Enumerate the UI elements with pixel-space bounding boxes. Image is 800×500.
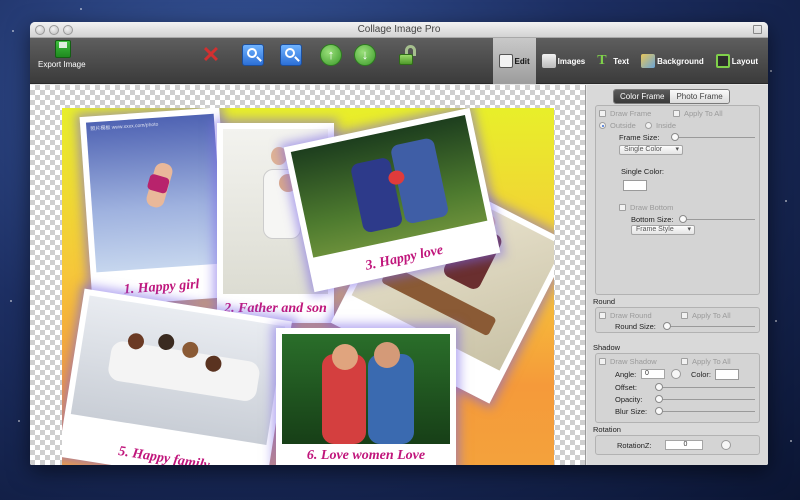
tab-images[interactable]: Images (536, 38, 592, 84)
draw-round-checkbox[interactable] (599, 312, 606, 319)
draw-shadow-checkbox[interactable] (599, 358, 606, 365)
draw-frame-label: Draw Frame (610, 109, 652, 118)
bring-forward-icon[interactable]: ↑ (320, 44, 342, 66)
export-image-label: Export Image (38, 60, 86, 69)
send-backward-icon[interactable]: ↓ (354, 44, 376, 66)
outside-label: Outside (610, 121, 636, 130)
round-section-title: Round (593, 297, 616, 306)
shadow-apply-all-label: Apply To All (692, 357, 731, 366)
draw-shadow-label: Draw Shadow (610, 357, 657, 366)
unlock-icon[interactable] (396, 44, 418, 66)
edit-icon (498, 54, 513, 68)
angle-label: Angle: (615, 370, 637, 379)
save-icon (55, 40, 71, 58)
round-apply-all-checkbox[interactable] (681, 312, 688, 319)
tab-background-label: Background (657, 56, 704, 66)
draw-bottom-label: Draw Bottom (630, 203, 674, 212)
rotation-section-title: Rotation (593, 425, 621, 434)
photo-image-6 (282, 334, 450, 444)
photo-frame-6[interactable]: 6. Love women Love (276, 328, 456, 465)
photo-image-5 (70, 295, 286, 445)
inside-label: Inside (656, 121, 677, 130)
rotationz-input[interactable]: 0 (665, 440, 703, 450)
background-icon (641, 54, 656, 68)
round-size-label: Round Size: (615, 322, 656, 331)
images-icon (541, 54, 556, 68)
photo-image-1: 照片模板 www.xxxx.com/photo (85, 113, 225, 273)
rotationz-label: RotationZ: (617, 441, 652, 450)
photo-frame-5[interactable]: 5. Happy family (62, 288, 293, 465)
rotationz-dial[interactable] (721, 440, 731, 450)
bottom-size-label: Bottom Size: (631, 215, 674, 224)
opacity-slider[interactable] (655, 395, 755, 403)
round-size-slider[interactable] (663, 322, 755, 330)
mode-tabs: Edit Images T Text Background Layout (492, 38, 764, 84)
photo-watermark: 照片模板 www.xxxx.com/photo (90, 121, 159, 133)
tab-edit-label: Edit (514, 56, 530, 66)
frame-apply-all-checkbox[interactable] (673, 110, 680, 117)
properties-panel: Color Frame Photo Frame Draw Frame Apply… (587, 85, 768, 465)
angle-dial[interactable] (671, 369, 681, 379)
draw-round-label: Draw Round (610, 311, 652, 320)
blur-size-slider[interactable] (655, 407, 755, 415)
photo-caption-6: 6. Love women Love (306, 448, 426, 463)
frame-size-label: Frame Size: (619, 133, 660, 142)
frame-color-swatch[interactable] (623, 180, 647, 191)
blur-size-label: Blur Size: (615, 407, 648, 416)
collage-canvas[interactable]: 照片模板 www.xxxx.com/photo 1. Happy girl 2.… (30, 85, 586, 465)
app-window: Collage Image Pro Export Image ✕ ↑ ↓ Edi… (30, 22, 768, 465)
angle-input[interactable]: 0 (641, 369, 665, 379)
shadow-apply-all-checkbox[interactable] (681, 358, 688, 365)
text-icon: T (597, 53, 607, 68)
fullscreen-icon[interactable] (753, 25, 762, 34)
round-apply-all-label: Apply To All (692, 311, 731, 320)
offset-slider[interactable] (655, 383, 755, 391)
frame-type-segmented: Color Frame Photo Frame (613, 89, 730, 104)
title-bar: Collage Image Pro (30, 22, 768, 38)
frame-size-slider[interactable] (671, 133, 755, 141)
export-image-button[interactable]: Export Image (38, 40, 88, 69)
toolbar: Export Image ✕ ↑ ↓ Edit Images T Text Ba… (30, 38, 768, 84)
draw-frame-checkbox[interactable] (599, 110, 606, 117)
color-mode-select[interactable]: Single Color (619, 145, 683, 155)
bottom-size-slider[interactable] (679, 215, 755, 223)
outside-radio[interactable] (599, 122, 606, 129)
frame-style-select[interactable]: Frame Style (631, 225, 695, 235)
window-title: Collage Image Pro (357, 24, 441, 35)
collage-background: 照片模板 www.xxxx.com/photo 1. Happy girl 2.… (62, 108, 554, 465)
tab-images-label: Images (557, 56, 586, 66)
inside-radio[interactable] (645, 122, 652, 129)
tab-background[interactable]: Background (635, 38, 710, 84)
shadow-color-label: Color: (691, 370, 712, 379)
frame-apply-all-label: Apply To All (684, 109, 723, 118)
tab-photo-frame[interactable]: Photo Frame (670, 90, 729, 103)
shadow-section-title: Shadow (593, 343, 621, 352)
offset-label: Offset: (615, 383, 637, 392)
opacity-label: Opacity: (615, 395, 643, 404)
zoom-out-icon[interactable] (280, 44, 302, 66)
shadow-color-swatch[interactable] (715, 369, 739, 380)
photo-frame-1[interactable]: 照片模板 www.xxxx.com/photo 1. Happy girl (79, 108, 233, 307)
tab-text[interactable]: T Text (591, 38, 635, 84)
layout-icon (715, 54, 730, 68)
tab-text-label: Text (613, 56, 630, 66)
tab-edit[interactable]: Edit (492, 38, 536, 84)
tab-layout[interactable]: Layout (710, 38, 764, 84)
zoom-in-icon[interactable] (242, 44, 264, 66)
tab-layout-label: Layout (731, 56, 758, 66)
draw-bottom-checkbox[interactable] (619, 204, 626, 211)
tab-color-frame[interactable]: Color Frame (614, 90, 671, 103)
delete-icon[interactable]: ✕ (200, 44, 222, 66)
single-color-label: Single Color: (621, 167, 664, 176)
